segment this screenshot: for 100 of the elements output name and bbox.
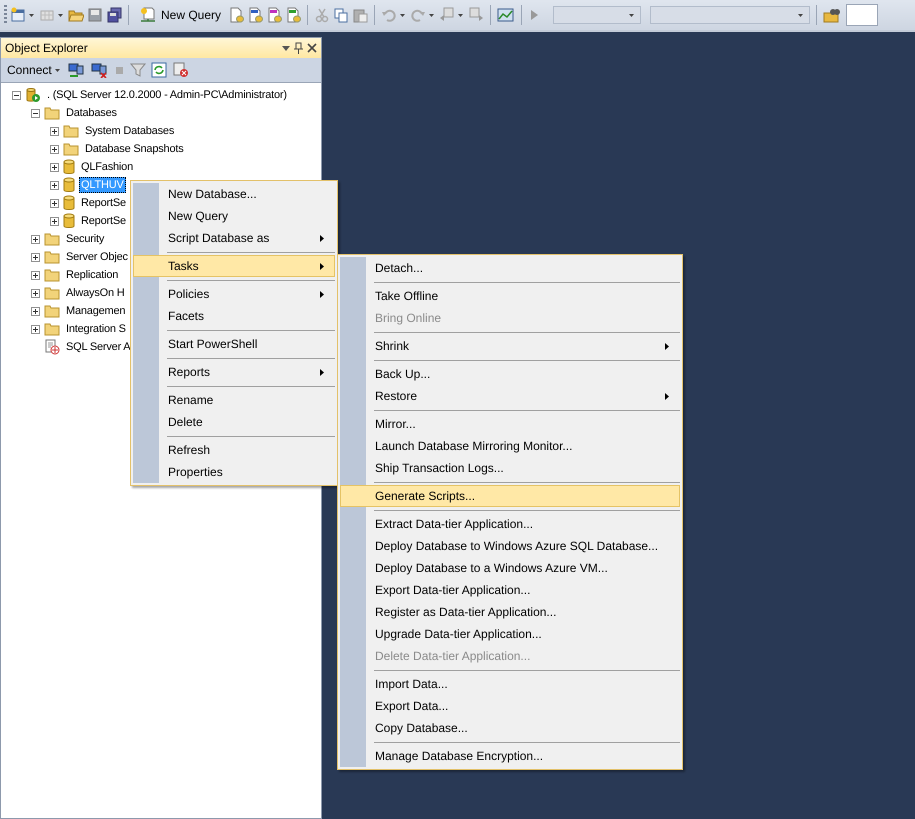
menu-item[interactable]: Ship Transaction Logs... bbox=[340, 457, 680, 479]
caret-icon[interactable] bbox=[629, 14, 634, 16]
database-document-icon[interactable] bbox=[228, 7, 244, 23]
folder-icon bbox=[44, 322, 60, 336]
menu-item[interactable]: Deploy Database to Windows Azure SQL Database... bbox=[340, 535, 680, 557]
menu-item[interactable]: Policies bbox=[133, 283, 335, 305]
expand-icon[interactable] bbox=[50, 144, 59, 154]
dmx-query-icon[interactable] bbox=[266, 7, 282, 23]
disconnect-icon[interactable] bbox=[90, 62, 108, 78]
tree-item[interactable]: System Databases bbox=[83, 123, 176, 139]
dropdown-icon[interactable] bbox=[282, 46, 290, 50]
menu-item[interactable]: Start PowerShell bbox=[133, 333, 335, 355]
expand-icon[interactable] bbox=[31, 270, 40, 280]
tree-item[interactable]: AlwaysOn H bbox=[64, 285, 127, 301]
caret-icon[interactable] bbox=[458, 14, 464, 16]
caret-icon[interactable] bbox=[400, 14, 406, 16]
tree-item[interactable]: Server Objec bbox=[64, 249, 130, 265]
menu-item[interactable]: Copy Database... bbox=[340, 717, 680, 739]
caret-icon[interactable] bbox=[29, 14, 34, 16]
new-query-icon bbox=[139, 7, 157, 23]
caret-icon[interactable] bbox=[429, 14, 434, 16]
filter-icon[interactable] bbox=[130, 62, 146, 78]
panel-title: Object Explorer bbox=[5, 41, 89, 55]
xmla-query-icon[interactable] bbox=[285, 7, 302, 23]
menu-item[interactable]: Facets bbox=[133, 305, 335, 327]
tree-item[interactable]: Integration S bbox=[64, 321, 128, 337]
menu-item[interactable]: Properties bbox=[133, 461, 335, 483]
new-query-button[interactable]: New Query bbox=[135, 7, 226, 23]
menu-item[interactable]: Refresh bbox=[133, 439, 335, 461]
tree-item[interactable]: Replication bbox=[64, 267, 120, 283]
menu-item[interactable]: Extract Data-tier Application... bbox=[340, 513, 680, 535]
menu-item[interactable]: Detach... bbox=[340, 257, 680, 279]
database-icon bbox=[63, 159, 75, 175]
tree-item[interactable]: Databases bbox=[64, 105, 119, 121]
menu-item[interactable]: Register as Data-tier Application... bbox=[340, 601, 680, 623]
collapse-icon[interactable] bbox=[12, 90, 21, 100]
mdx-query-icon[interactable] bbox=[247, 7, 264, 23]
menu-item[interactable]: Generate Scripts... bbox=[340, 485, 680, 507]
caret-icon[interactable] bbox=[54, 68, 60, 72]
tree-item[interactable]: . (SQL Server 12.0.2000 - Admin-PC\Administrator) bbox=[45, 87, 289, 103]
expand-icon[interactable] bbox=[50, 126, 59, 136]
menu-item[interactable]: Deploy Database to a Windows Azure VM... bbox=[340, 557, 680, 579]
folder-icon bbox=[63, 124, 79, 138]
tree-item[interactable]: Security bbox=[64, 231, 106, 247]
menu-item[interactable]: New Query bbox=[133, 205, 335, 227]
expand-icon[interactable] bbox=[31, 324, 40, 334]
script-cancel-icon[interactable] bbox=[172, 62, 190, 78]
folder-icon bbox=[44, 268, 60, 282]
menu-item[interactable]: Export Data-tier Application... bbox=[340, 579, 680, 601]
expand-icon[interactable] bbox=[50, 216, 59, 226]
folder-icon bbox=[44, 232, 60, 246]
caret-icon[interactable] bbox=[798, 14, 804, 16]
database-icon bbox=[63, 213, 75, 229]
connect-button[interactable]: Connect bbox=[7, 63, 62, 77]
menu-item[interactable]: New Database... bbox=[133, 183, 335, 205]
expand-icon[interactable] bbox=[31, 288, 40, 298]
menu-item[interactable]: Take Offline bbox=[340, 285, 680, 307]
expand-icon[interactable] bbox=[31, 252, 40, 262]
tree-item[interactable]: ReportSe bbox=[79, 195, 128, 211]
folder-icon bbox=[44, 250, 60, 264]
close-icon[interactable] bbox=[307, 43, 317, 53]
save-icon[interactable] bbox=[87, 7, 103, 23]
menu-item[interactable]: Import Data... bbox=[340, 673, 680, 695]
copy-icon[interactable] bbox=[333, 7, 350, 23]
menu-item[interactable]: Shrink bbox=[340, 335, 680, 357]
database-icon bbox=[63, 177, 75, 193]
tree-item[interactable]: ReportSe bbox=[79, 213, 128, 229]
tree-item[interactable]: Database Snapshots bbox=[83, 141, 186, 157]
clipboard-icon[interactable] bbox=[352, 7, 368, 23]
collapse-icon[interactable] bbox=[31, 108, 40, 118]
refresh-icon[interactable] bbox=[150, 62, 167, 78]
expand-icon[interactable] bbox=[31, 234, 40, 244]
chart-icon[interactable] bbox=[497, 7, 516, 23]
expand-icon[interactable] bbox=[50, 180, 59, 190]
menu-item[interactable]: Tasks bbox=[133, 255, 335, 277]
tree-item[interactable]: QLFashion bbox=[79, 159, 136, 175]
find-field[interactable] bbox=[846, 4, 878, 26]
new-project-icon[interactable] bbox=[10, 7, 26, 23]
menu-item[interactable]: Back Up... bbox=[340, 363, 680, 385]
connect-icon[interactable] bbox=[66, 62, 85, 78]
menu-item[interactable]: Delete bbox=[133, 411, 335, 433]
tree-item[interactable]: SQL Server A bbox=[64, 339, 132, 355]
menu-item[interactable]: Manage Database Encryption... bbox=[340, 745, 680, 767]
save-all-icon[interactable] bbox=[106, 7, 122, 23]
expand-icon[interactable] bbox=[50, 162, 59, 172]
tree-item[interactable]: Managemen bbox=[64, 303, 128, 319]
pin-icon[interactable] bbox=[294, 42, 303, 54]
menu-item[interactable]: Reports bbox=[133, 361, 335, 383]
expand-icon[interactable] bbox=[31, 306, 40, 316]
menu-item[interactable]: Rename bbox=[133, 389, 335, 411]
menu-item[interactable]: Export Data... bbox=[340, 695, 680, 717]
menu-item[interactable]: Upgrade Data-tier Application... bbox=[340, 623, 680, 645]
database-icon bbox=[63, 195, 75, 211]
menu-item[interactable]: Restore bbox=[340, 385, 680, 407]
caret-icon[interactable] bbox=[58, 14, 63, 16]
menu-item[interactable]: Script Database as bbox=[133, 227, 335, 249]
menu-item[interactable]: Mirror... bbox=[340, 413, 680, 435]
menu-item[interactable]: Launch Database Mirroring Monitor... bbox=[340, 435, 680, 457]
folder-search-icon[interactable] bbox=[823, 7, 842, 23]
expand-icon[interactable] bbox=[50, 198, 59, 208]
